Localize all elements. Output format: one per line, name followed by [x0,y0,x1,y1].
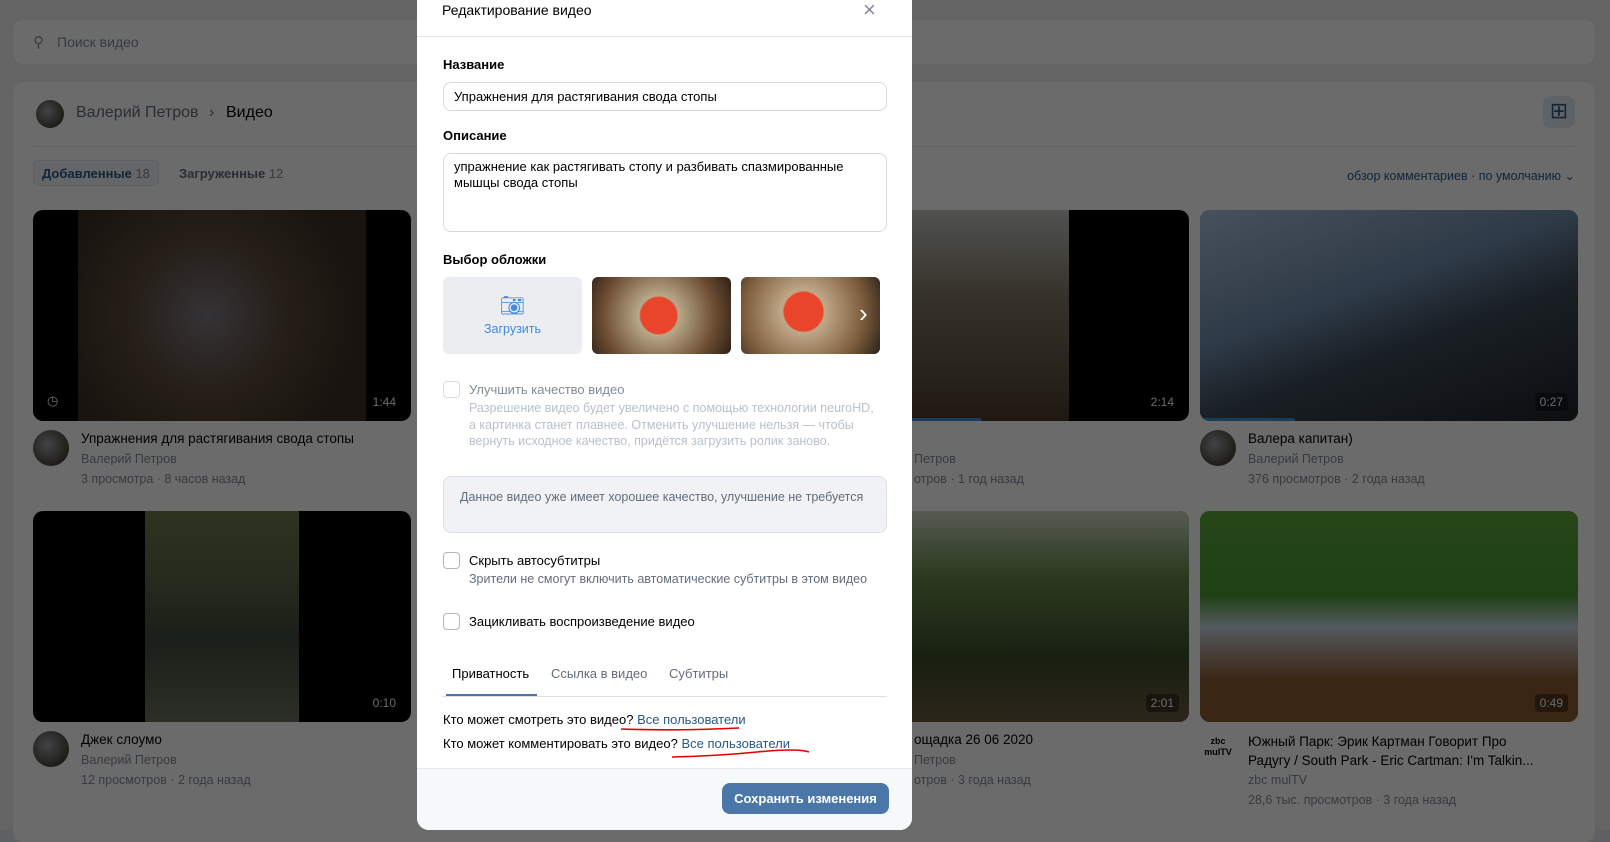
watch-progress [1200,418,1295,421]
active-tab-indicator [446,694,537,696]
clock-icon: ◷ [47,393,59,408]
video-stats: 28,6 тыс. просмотров · 3 года назад [1248,793,1457,807]
upload-cover-button[interactable]: 📷︎ Загрузить [443,277,582,354]
video-stats: 3 просмотра · 8 часов назад [81,472,246,486]
save-button[interactable]: Сохранить изменения [722,783,889,814]
video-thumbnail[interactable]: 0:27 [1200,210,1578,421]
tab-subtitles[interactable]: Субтитры [669,666,728,681]
view-privacy-row: Кто может смотреть это видео? Все пользо… [443,712,746,727]
upload-label: Загрузить [483,322,542,336]
chevron-right-icon: › [209,104,215,121]
channel-avatar[interactable]: zbc mulTV [1200,731,1236,767]
comment-question: Кто может комментировать это видео? [443,736,678,751]
duration-badge: 0:49 [1534,694,1568,712]
hide-subtitles-label: Скрыть автосубтитры [469,553,601,568]
user-avatar[interactable] [36,100,64,128]
channel-avatar[interactable] [1200,430,1236,466]
description-textarea[interactable]: упражнение как растягивать стопу и разби… [443,153,887,232]
description-label: Описание [443,128,507,143]
video-thumbnail[interactable]: 0:10 [33,511,411,722]
video-title[interactable]: Джек слоумо [81,732,162,747]
tab-label: Добавленные [42,166,132,181]
video-stats: 376 просмотров · 2 года назад [1248,472,1425,486]
channel-avatar[interactable] [33,430,69,466]
video-title[interactable]: Упражнения для растягивания свода стопы [81,431,354,446]
search-input[interactable]: Поиск видео [57,34,139,50]
name-input[interactable]: Упражнения для растягивания свода стопы [443,82,887,111]
comments-overview-link[interactable]: обзор комментариев [1347,169,1467,183]
video-author[interactable]: Петров [914,753,956,767]
video-title[interactable]: Южный Парк: Эрик Картман Говорит Про Рад… [1248,732,1548,770]
close-icon[interactable]: × [863,0,876,23]
comment-privacy-row: Кто может комментировать это видео? Все … [443,736,790,751]
sort-controls: обзор комментариев · по умолчанию ⌄ [1347,169,1575,183]
chevron-right-icon[interactable]: › [859,298,868,329]
tab-count: 12 [268,166,284,181]
page-title: Видео [226,104,273,121]
sort-dropdown[interactable]: по умолчанию [1479,169,1561,183]
view-question: Кто может смотреть это видео? [443,712,634,727]
modal-title: Редактирование видео [442,2,592,18]
loop-label: Зацикливать воспроизведение видео [469,614,695,629]
hide-subtitles-checkbox[interactable] [443,552,460,569]
hide-subtitles-description: Зрители не смогут включить автоматически… [469,572,868,586]
duration-badge: 0:10 [367,694,401,712]
tab-link[interactable]: Ссылка в видео [551,666,647,681]
tab-uploaded[interactable]: Загруженные 12 [179,166,283,181]
video-author[interactable]: Валерий Петров [81,452,177,466]
enhance-note: Данное видео уже имеет хорошее качество,… [443,476,887,533]
duration-badge: 1:44 [367,393,401,411]
tabs-divider [442,696,887,697]
breadcrumb-user[interactable]: Валерий Петров [76,104,199,122]
name-label: Название [443,57,505,72]
video-thumbnail[interactable]: ◷ 1:44 [33,210,411,421]
tab-added[interactable]: Добавленные 18 [33,160,159,186]
enhance-label: Улучшить качество видео [469,382,625,397]
view-privacy-link[interactable]: Все пользователи [637,712,746,727]
search-icon: ⚲ [33,34,44,51]
cover-label: Выбор обложки [443,252,547,267]
divider [417,36,912,37]
chevron-down-icon: ⌄ [1564,169,1575,183]
camera-icon: 📷︎ [499,295,526,317]
duration-badge: 2:14 [1145,393,1179,411]
video-author[interactable]: Петров [914,452,956,466]
video-stats: отров · 3 года назад [914,773,1031,787]
tab-count: 18 [135,166,150,181]
tab-label: Загруженные [179,166,266,181]
enhance-description: Разрешение видео будет увеличено с помощ… [469,401,874,448]
loop-checkbox[interactable] [443,613,460,630]
channel-avatar[interactable] [33,731,69,767]
video-stats: отров · 1 год назад [914,472,1024,486]
duration-badge: 2:01 [1145,694,1179,712]
tab-privacy[interactable]: Приватность [452,666,529,681]
cover-option[interactable] [592,277,731,354]
duration-badge: 0:27 [1534,393,1568,411]
edit-video-modal: Редактирование видео × Название Упражнен… [417,0,912,830]
video-thumbnail[interactable]: 0:49 [1200,511,1578,722]
video-title[interactable]: ощадка 26 06 2020 [914,732,1033,747]
video-title[interactable]: Валера капитан) [1248,431,1353,446]
comment-privacy-link[interactable]: Все пользователи [681,736,790,751]
video-author[interactable]: zbc mulTV [1248,773,1307,787]
enhance-checkbox[interactable] [443,381,460,398]
add-video-button[interactable]: ⊞ [1543,96,1575,128]
red-annotation-underlines [620,727,810,758]
video-stats: 12 просмотров · 2 года назад [81,773,251,787]
video-author[interactable]: Валерий Петров [81,753,177,767]
video-author[interactable]: Валерий Петров [1248,452,1344,466]
